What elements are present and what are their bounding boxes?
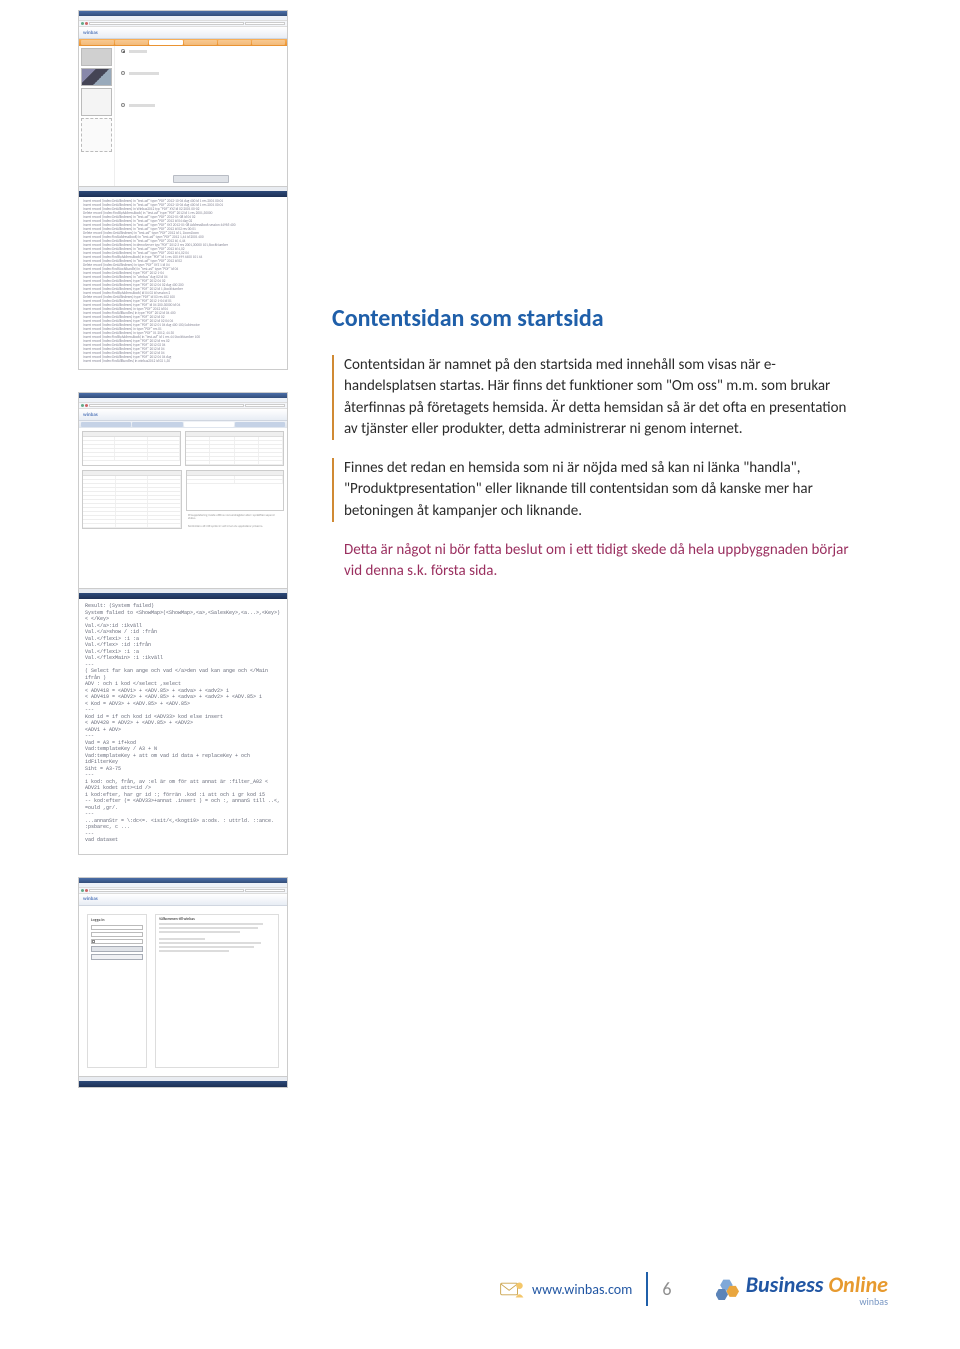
screenshots-column: winbas Insert record ( — [78, 10, 288, 1110]
mini-brand: winbas — [79, 894, 287, 906]
brand-word-b: Online — [828, 1271, 888, 1298]
footer-url: www.winbas.com — [532, 1281, 632, 1298]
page-heading: Contentsidan som startsida — [332, 304, 862, 333]
login-heading: Logga in — [91, 918, 143, 923]
paragraph-2: Finnes det redan en hemsida som ni är nö… — [332, 458, 862, 522]
screenshot-3: winbas Logga in Välkommen till winbas — [78, 877, 288, 1088]
brand-word-a: Business — [746, 1271, 824, 1298]
hex-logo-icon — [716, 1278, 740, 1300]
screenshot-1: winbas Insert record ( — [78, 10, 288, 370]
footer-divider — [646, 1272, 648, 1306]
mail-person-icon — [500, 1279, 526, 1299]
source-listing: Result: (System failed) System falied to… — [79, 599, 287, 854]
screenshot-2: winbas — [78, 392, 288, 855]
log-listing: Insert record (Index:GetAllIndexes) in "… — [79, 197, 287, 369]
info-heading: Välkommen till winbas — [159, 918, 275, 922]
article-body: Contentsidan som startsida Contentsidan … — [332, 304, 862, 583]
note-paragraph: Detta är något ni bör fatta beslut om i … — [344, 540, 862, 583]
page-number: 6 — [662, 1278, 671, 1300]
footer-brand: Business Online winbas — [716, 1271, 888, 1308]
paragraph-1: Contentsidan är namnet på den startsida … — [332, 355, 862, 440]
mini-brand: winbas — [79, 409, 287, 421]
page-footer: www.winbas.com 6 Business Online winbas — [0, 1265, 960, 1313]
mini-brand: winbas — [79, 27, 287, 39]
